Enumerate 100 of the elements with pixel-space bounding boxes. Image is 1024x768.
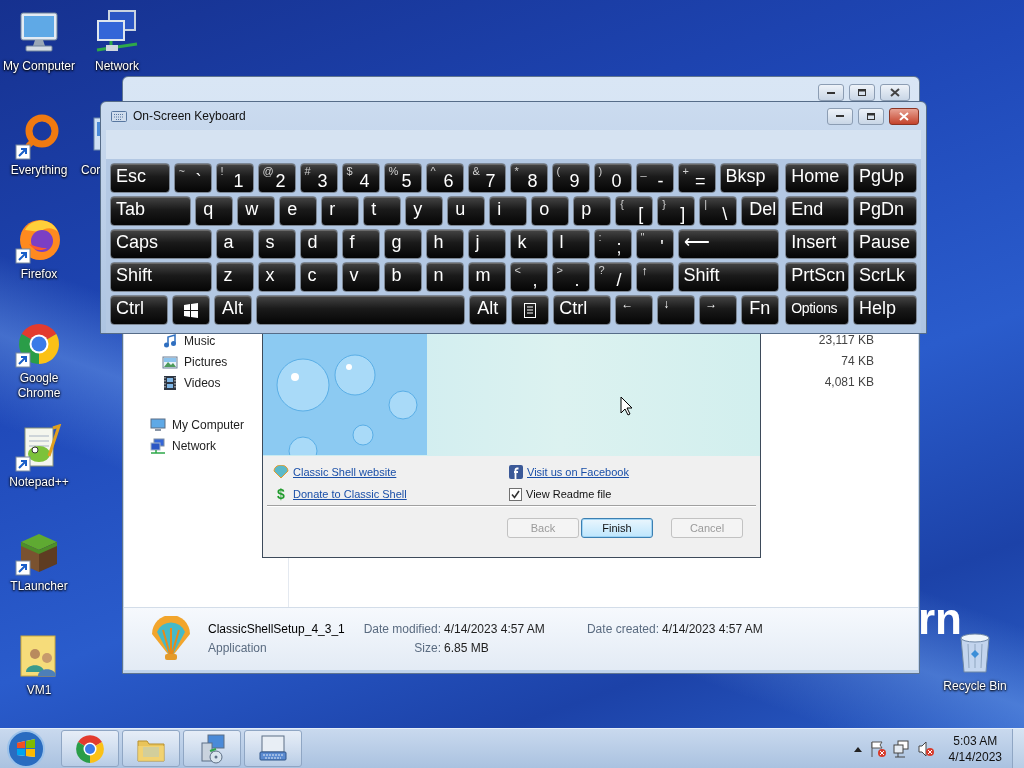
desktop-shortcut[interactable]: Firefox — [0, 212, 78, 316]
nav-item[interactable]: Music — [124, 330, 216, 351]
key[interactable]: # 3 — [299, 163, 338, 193]
nav-item[interactable]: My Computer — [124, 414, 245, 435]
key[interactable]: ( 9 — [551, 163, 590, 193]
key[interactable]: m — [467, 262, 506, 292]
key[interactable]: q — [195, 196, 234, 226]
key[interactable]: Tab — [110, 196, 192, 226]
key[interactable]: s — [257, 229, 296, 259]
key[interactable]: Help — [853, 295, 917, 325]
key[interactable]: h — [425, 229, 464, 259]
key[interactable]: Ctrl — [553, 295, 612, 325]
key[interactable]: > . — [551, 262, 590, 292]
key[interactable]: PrtScn — [785, 262, 850, 292]
key[interactable]: Pause — [853, 229, 917, 259]
key[interactable]: l — [551, 229, 590, 259]
key[interactable]: End — [785, 196, 850, 226]
key[interactable]: Options — [785, 295, 850, 325]
nav-item[interactable]: Pictures — [124, 351, 228, 372]
key[interactable]: Shift — [677, 262, 780, 292]
key[interactable]: * 8 — [509, 163, 548, 193]
nav-item[interactable]: Videos — [124, 372, 221, 393]
key[interactable]: v — [341, 262, 380, 292]
key[interactable]: p — [573, 196, 612, 226]
key[interactable]: PgDn — [853, 196, 917, 226]
key[interactable]: Caps — [110, 229, 212, 259]
key[interactable]: % 5 — [383, 163, 422, 193]
key[interactable]: ⟵ — [677, 229, 780, 259]
restore-button[interactable] — [849, 84, 875, 101]
key[interactable]: Fn — [741, 295, 780, 325]
desktop-shortcut[interactable]: TLauncher — [0, 524, 78, 628]
taskbar-button[interactable] — [183, 730, 241, 767]
key[interactable]: ^ 6 — [425, 163, 464, 193]
key[interactable]: } ] — [657, 196, 696, 226]
key[interactable] — [172, 295, 210, 325]
key[interactable]: ScrLk — [853, 262, 917, 292]
dialog-button[interactable]: Finish — [581, 518, 653, 538]
key[interactable]: g — [383, 229, 422, 259]
checkbox[interactable] — [509, 487, 522, 501]
taskbar-button[interactable] — [244, 730, 302, 767]
key[interactable]: { [ — [615, 196, 654, 226]
key[interactable]: Alt — [214, 295, 252, 325]
link[interactable]: Donate to Classic Shell — [293, 488, 407, 500]
minimize-button[interactable] — [818, 84, 844, 101]
key[interactable]: b — [383, 262, 422, 292]
nav-item[interactable]: Network — [124, 435, 216, 456]
key[interactable]: _ - — [635, 163, 674, 193]
key[interactable]: w — [237, 196, 276, 226]
key[interactable] — [511, 295, 550, 325]
key[interactable]: ! 1 — [215, 163, 254, 193]
desktop-shortcut[interactable]: VM1 — [0, 628, 78, 732]
key[interactable]: i — [489, 196, 528, 226]
key[interactable]: ? / — [593, 262, 632, 292]
key[interactable]: t — [363, 196, 402, 226]
desktop-shortcut[interactable]: Google Chrome — [0, 316, 78, 420]
restore-button[interactable] — [858, 107, 884, 125]
key[interactable]: y — [405, 196, 444, 226]
key[interactable]: r — [321, 196, 360, 226]
key[interactable]: → — [699, 295, 738, 325]
key[interactable]: Esc — [110, 163, 170, 193]
key[interactable]: $ 4 — [341, 163, 380, 193]
key[interactable]: Del — [741, 196, 780, 226]
key[interactable]: z — [215, 262, 254, 292]
minimize-button[interactable] — [827, 107, 853, 125]
key[interactable]: x — [257, 262, 296, 292]
key[interactable]: ↑ — [635, 262, 674, 292]
key[interactable]: Home — [785, 163, 850, 193]
key[interactable]: k — [509, 229, 548, 259]
key[interactable]: f — [341, 229, 380, 259]
key[interactable]: @2 — [257, 163, 296, 193]
key[interactable]: ) 0 — [593, 163, 632, 193]
key[interactable]: a — [215, 229, 254, 259]
key[interactable]: c — [299, 262, 338, 292]
desktop-shortcut[interactable]: Everything — [0, 108, 78, 212]
taskbar-button[interactable] — [61, 730, 119, 767]
close-button[interactable] — [889, 107, 919, 125]
key[interactable]: Insert — [785, 229, 850, 259]
key[interactable]: Alt — [469, 295, 508, 325]
key[interactable]: : ; — [593, 229, 632, 259]
key[interactable]: Ctrl — [110, 295, 168, 325]
desktop-shortcut[interactable]: Notepad++ — [0, 420, 78, 524]
key[interactable]: " ' — [635, 229, 674, 259]
key[interactable]: n — [425, 262, 464, 292]
desktop-shortcut[interactable]: My Computer — [0, 4, 78, 108]
key[interactable]: d — [299, 229, 338, 259]
key[interactable]: < , — [509, 262, 548, 292]
key[interactable]: PgUp — [853, 163, 917, 193]
key[interactable]: Shift — [110, 262, 212, 292]
key[interactable]: j — [467, 229, 506, 259]
key[interactable]: u — [447, 196, 486, 226]
key[interactable]: Bksp — [719, 163, 780, 193]
key[interactable]: ↓ — [657, 295, 696, 325]
key[interactable]: ~ ` — [173, 163, 212, 193]
link[interactable]: Classic Shell website — [293, 466, 397, 478]
link[interactable]: Visit us on Facebook — [527, 466, 629, 478]
key[interactable]: e — [279, 196, 318, 226]
key[interactable]: | \ — [699, 196, 738, 226]
close-button[interactable] — [880, 84, 910, 101]
key[interactable]: ← — [615, 295, 654, 325]
key[interactable]: + = — [677, 163, 716, 193]
